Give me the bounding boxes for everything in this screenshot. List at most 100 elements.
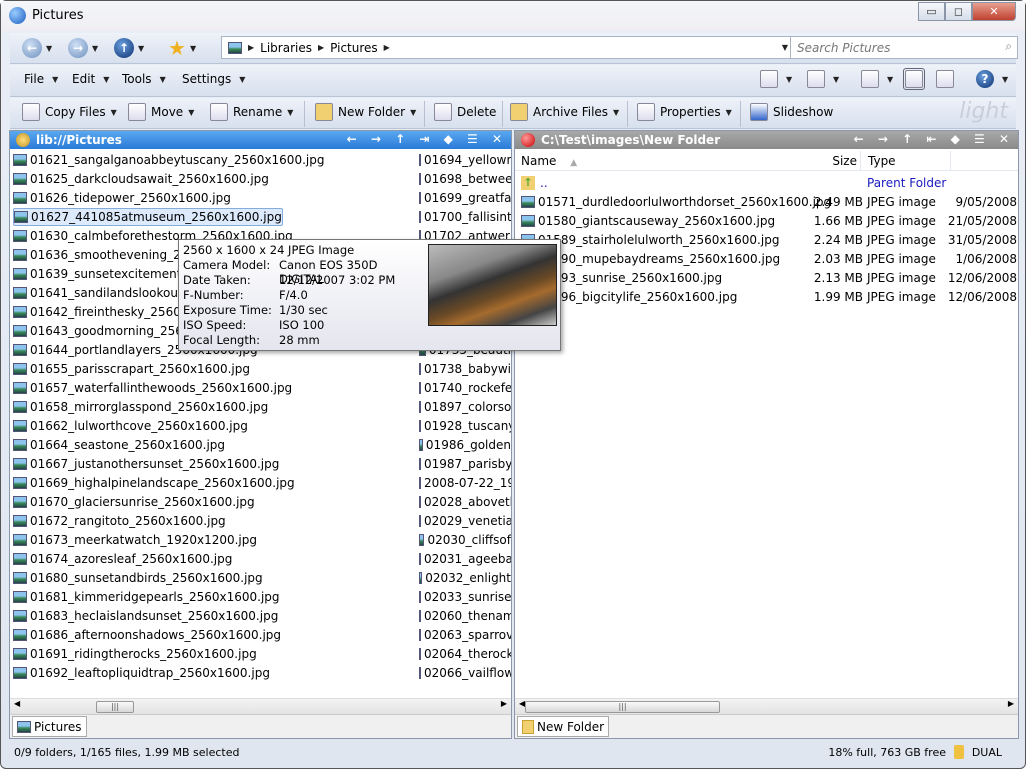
- file-name: 01928_tuscany: [424, 419, 511, 433]
- close-button[interactable]: ✕: [972, 2, 1016, 21]
- scrollbar-thumb[interactable]: |||: [525, 701, 720, 713]
- file-list-item[interactable]: 01986_golden: [419, 436, 511, 454]
- column-size[interactable]: Size: [825, 154, 857, 168]
- left-pane-controls[interactable]: ← → ↑ ⇥ ◆ ☰ ✕: [347, 132, 507, 146]
- move-button[interactable]: Move ▼: [128, 103, 194, 121]
- file-list-item[interactable]: 02030_cliffsof: [419, 531, 511, 549]
- copy-files-button[interactable]: Copy Files ▼: [22, 103, 117, 121]
- file-list-item[interactable]: 01621_sangalganoabbeytuscany_2560x1600.j…: [13, 151, 324, 169]
- file-list-item[interactable]: 01680_sunsetandbirds_2560x1600.jpg: [13, 569, 263, 587]
- file-list-item[interactable]: 01692_leaftopliquidtrap_2560x1600.jpg: [13, 664, 270, 682]
- file-list-item[interactable]: 01669_highalpinelandscape_2560x1600.jpg: [13, 474, 295, 492]
- archive-files-button[interactable]: Archive Files ▼: [510, 103, 619, 121]
- file-list-item[interactable]: 02032_enlight: [419, 569, 511, 587]
- file-row[interactable]: 01590_mupebaydreams_2560x1600.jpg 2.03 MB…: [521, 250, 1017, 268]
- file-list-item[interactable]: 01686_afternoonshadows_2560x1600.jpg: [13, 626, 281, 644]
- file-list-item[interactable]: 01699_greatfa: [419, 189, 511, 207]
- file-list-item[interactable]: 01670_glaciersunrise_2560x1600.jpg: [13, 493, 255, 511]
- file-list-item[interactable]: 01987_parisby: [419, 455, 511, 473]
- menu-file[interactable]: File ▼: [24, 72, 58, 86]
- file-list-item[interactable]: 02063_sparrov: [419, 626, 511, 644]
- image-file-icon: [13, 591, 27, 603]
- dual-pane-button[interactable]: [903, 68, 925, 90]
- forward-button[interactable]: → ▼: [68, 38, 98, 58]
- rename-button[interactable]: Rename ▼: [210, 103, 293, 121]
- file-list-item[interactable]: 01673_meerkatwatch_1920x1200.jpg: [13, 531, 257, 549]
- search-input[interactable]: Search Pictures ⌕: [790, 36, 1018, 59]
- file-list-item[interactable]: 01700_fallisint: [419, 208, 511, 226]
- tab-pictures[interactable]: Pictures: [12, 716, 87, 737]
- file-list-item[interactable]: 01897_colorso: [419, 398, 511, 416]
- file-row[interactable]: 01593_sunrise_2560x1600.jpg 2.13 MB JPEG i…: [521, 269, 1017, 287]
- maximize-button[interactable]: ◻: [945, 2, 972, 21]
- view-mode-button[interactable]: ▼: [760, 70, 792, 88]
- file-list-item[interactable]: 01625_darkcloudsawait_2560x1600.jpg: [13, 170, 269, 188]
- file-list-item[interactable]: 01928_tuscany: [419, 417, 511, 435]
- right-horizontal-scrollbar[interactable]: ◀ ||| ▶: [515, 698, 1018, 714]
- file-list-item[interactable]: 01627_441085atmuseum_2560x1600.jpg: [13, 208, 283, 226]
- preview-pane-icon: [936, 70, 954, 88]
- new-folder-button[interactable]: New Folder ▼: [315, 103, 416, 121]
- address-dropdown-icon[interactable]: ▼: [782, 43, 788, 52]
- file-list-item[interactable]: 02064_therock: [419, 645, 511, 663]
- back-button[interactable]: ← ▼: [22, 38, 52, 58]
- breadcrumb-pictures[interactable]: Pictures: [330, 41, 378, 55]
- menu-tools[interactable]: Tools ▼: [122, 72, 166, 86]
- file-name: 02064_therock: [424, 647, 511, 661]
- layout-button[interactable]: ▼: [861, 70, 893, 88]
- menu-settings[interactable]: Settings ▼: [182, 72, 245, 86]
- properties-button[interactable]: Properties ▼: [637, 103, 732, 121]
- file-list-item[interactable]: 01740_rockefe: [419, 379, 511, 397]
- parent-type: Parent Folder: [867, 176, 947, 190]
- favorites-button[interactable]: ★ ▼: [168, 36, 196, 60]
- column-type[interactable]: Type: [868, 154, 896, 168]
- file-list-item[interactable]: 01694_yellowr: [419, 151, 511, 169]
- file-list-item[interactable]: 01667_justanothersunset_2560x1600.jpg: [13, 455, 279, 473]
- file-list-item[interactable]: 01641_sandilandslookoutsur: [13, 284, 201, 302]
- file-row[interactable]: 01580_giantscauseway_2560x1600.jpg 1.66 M…: [521, 212, 1017, 230]
- minimize-button[interactable]: ▭: [918, 2, 945, 21]
- file-list-item[interactable]: 02029_venetia: [419, 512, 511, 530]
- right-pane-controls[interactable]: ← → ↑ ⇤ ◆ ☰ ✕: [854, 132, 1014, 146]
- file-list-item[interactable]: 01738_babywi: [419, 360, 511, 378]
- file-list-item[interactable]: 02031_ageeba: [419, 550, 511, 568]
- parent-folder-row[interactable]: ↑ .. Parent Folder: [521, 174, 1011, 192]
- tab-new-folder[interactable]: New Folder: [517, 716, 610, 737]
- file-row[interactable]: 01596_bigcitylife_2560x1600.jpg 1.99 MB JP…: [521, 288, 1017, 306]
- file-row[interactable]: 01571_durdledoorlulworthdorset_2560x1600…: [521, 193, 1017, 211]
- file-row[interactable]: 01589_stairholelulworth_2560x1600.jpg 2.2…: [521, 231, 1017, 249]
- file-list-item[interactable]: 01672_rangitoto_2560x1600.jpg: [13, 512, 226, 530]
- help-button[interactable]: ? ▼: [976, 70, 1008, 88]
- file-list-item[interactable]: 01674_azoresleaf_2560x1600.jpg: [13, 550, 232, 568]
- file-name: 01664_seastone_2560x1600.jpg: [30, 438, 226, 452]
- file-list-item[interactable]: 02066_vailflow: [419, 664, 511, 682]
- file-list-item[interactable]: 01662_lulworthcove_2560x1600.jpg: [13, 417, 248, 435]
- file-list-item[interactable]: 01643_goodmorning_2560x1: [13, 322, 205, 340]
- menu-edit[interactable]: Edit ▼: [72, 72, 109, 86]
- delete-button[interactable]: Delete: [434, 103, 496, 121]
- file-list-item[interactable]: 02033_sunrise: [419, 588, 511, 606]
- address-bar[interactable]: ▶ Libraries ▶ Pictures ▶ ▼: [221, 36, 793, 59]
- column-name[interactable]: Name ▲: [521, 154, 577, 168]
- left-horizontal-scrollbar[interactable]: ◀ ||| ▶: [10, 698, 511, 714]
- file-list-item[interactable]: 01698_betwee: [419, 170, 511, 188]
- status-mode[interactable]: DUAL: [972, 746, 1002, 759]
- file-list-item[interactable]: 01658_mirrorglasspond_2560x1600.jpg: [13, 398, 268, 416]
- file-list-item[interactable]: 01626_tidepower_2560x1600.jpg: [13, 189, 231, 207]
- file-list-item[interactable]: 01636_smoothevening_2560: [13, 246, 204, 264]
- file-list-item[interactable]: 01681_kimmeridgepearls_2560x1600.jpg: [13, 588, 280, 606]
- file-list-item[interactable]: 01683_heclaislandsunset_2560x1600.jpg: [13, 607, 278, 625]
- file-list-item[interactable]: 01691_ridingtherocks_2560x1600.jpg: [13, 645, 257, 663]
- file-list-item[interactable]: 01664_seastone_2560x1600.jpg: [13, 436, 225, 454]
- file-list-item[interactable]: 02060_thenam: [419, 607, 511, 625]
- breadcrumb-libraries[interactable]: Libraries: [260, 41, 312, 55]
- slideshow-button[interactable]: Slideshow: [750, 103, 833, 121]
- preview-pane-button[interactable]: [936, 70, 954, 88]
- file-list-item[interactable]: 01655_parisscrapart_2560x1600.jpg: [13, 360, 250, 378]
- edit-columns-button[interactable]: ▼: [807, 70, 839, 88]
- file-list-item[interactable]: 02028_abovetl: [419, 493, 511, 511]
- file-list-item[interactable]: 2008-07-22_19: [419, 474, 511, 492]
- file-list-item[interactable]: 01657_waterfallinthewoods_2560x1600.jpg: [13, 379, 292, 397]
- scrollbar-thumb[interactable]: |||: [96, 701, 134, 713]
- up-button[interactable]: ↑ ▼: [114, 38, 144, 58]
